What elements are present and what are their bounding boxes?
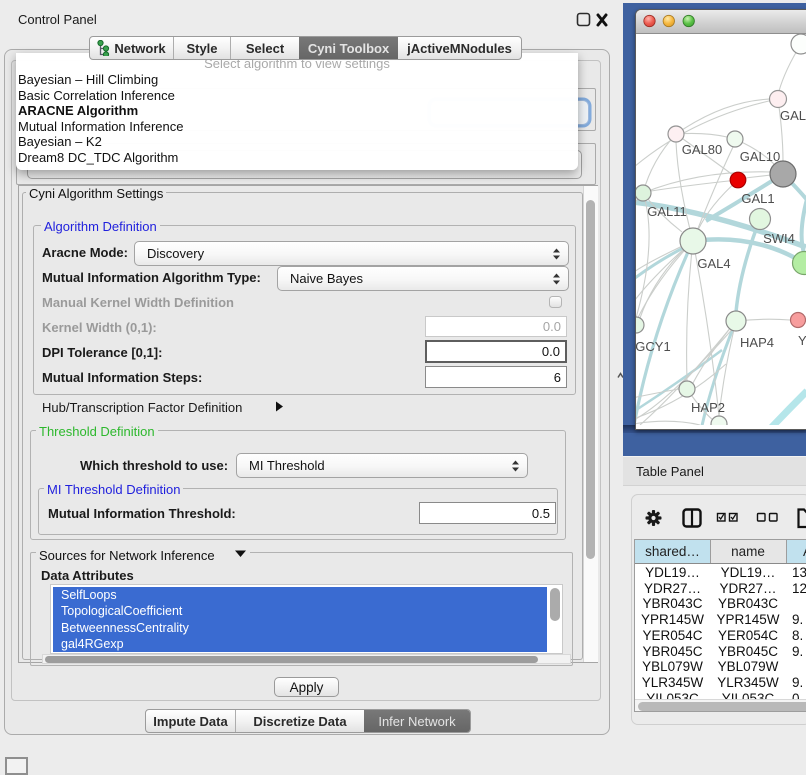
svg-text:GAL80: GAL80	[682, 142, 722, 157]
svg-text:SWI4: SWI4	[763, 231, 795, 246]
svg-text:GAL10: GAL10	[740, 149, 780, 164]
svg-text:GAL4: GAL4	[697, 256, 730, 271]
svg-text:HAP4: HAP4	[740, 335, 774, 350]
svg-text:HAP2: HAP2	[691, 400, 725, 415]
svg-text:GAL1: GAL1	[741, 191, 774, 206]
svg-text:GCY1: GCY1	[636, 339, 671, 354]
svg-text:Y: Y	[798, 333, 806, 348]
svg-text:GAL7: GAL7	[780, 108, 806, 123]
svg-text:GAL11: GAL11	[647, 204, 687, 219]
